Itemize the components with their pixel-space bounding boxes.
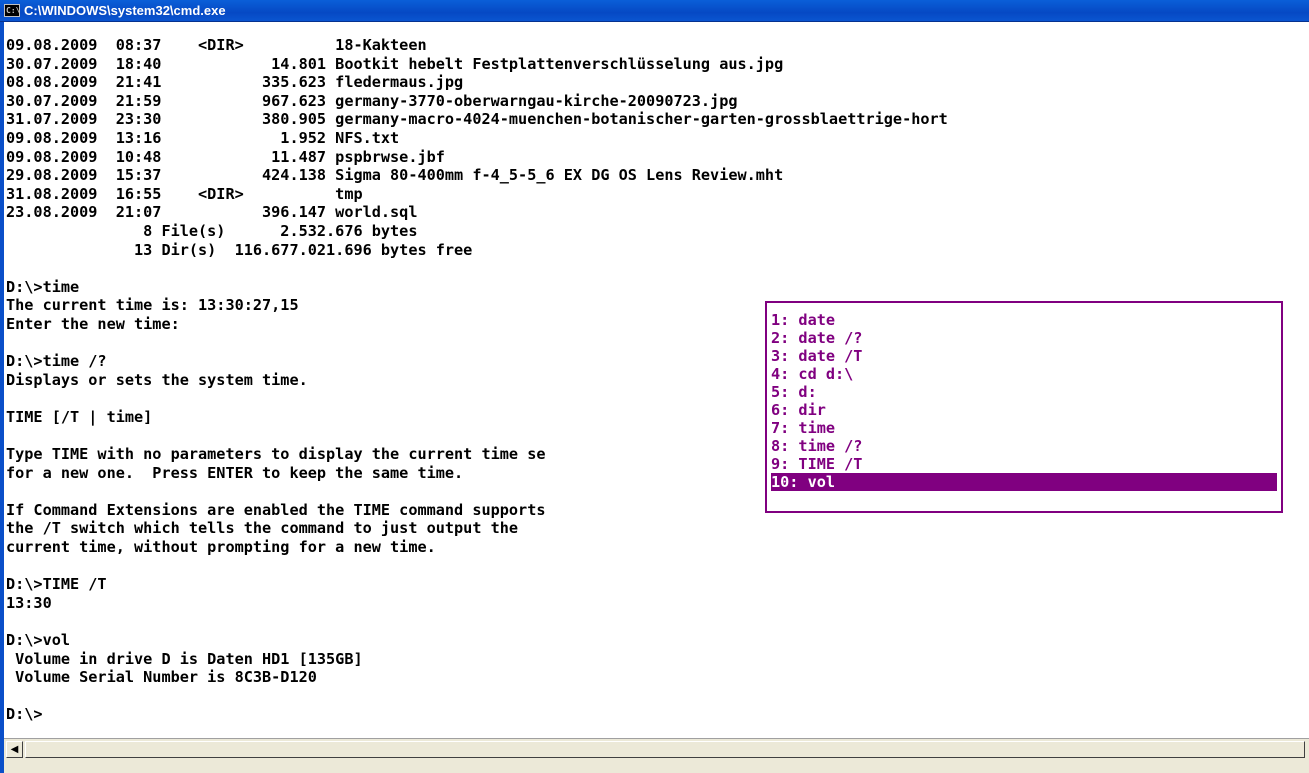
scroll-left-arrow-icon[interactable]: ◀ — [6, 741, 23, 758]
history-item-8[interactable]: 8: time /? — [771, 437, 1277, 455]
history-item-1[interactable]: 1: date — [771, 311, 1277, 329]
history-item-4[interactable]: 4: cd d:\ — [771, 365, 1277, 383]
cmd-icon: C:\ — [4, 4, 21, 17]
history-item-2[interactable]: 2: date /? — [771, 329, 1277, 347]
history-item-5[interactable]: 5: d: — [771, 383, 1277, 401]
history-item-9[interactable]: 9: TIME /T — [771, 455, 1277, 473]
scrollbar-thumb[interactable] — [25, 741, 1305, 758]
window-title: C:\WINDOWS\system32\cmd.exe — [24, 3, 226, 18]
window-frame-bottom — [4, 760, 1309, 773]
horizontal-scrollbar[interactable]: ◀ — [4, 738, 1309, 760]
history-item-6[interactable]: 6: dir — [771, 401, 1277, 419]
history-item-7[interactable]: 7: time — [771, 419, 1277, 437]
title-bar[interactable]: C:\ C:\WINDOWS\system32\cmd.exe — [0, 0, 1309, 22]
history-item-3[interactable]: 3: date /T — [771, 347, 1277, 365]
command-history-popup[interactable]: 1: date 2: date /? 3: date /T 4: cd d:\ … — [765, 301, 1283, 513]
history-item-10-selected[interactable]: 10: vol — [771, 473, 1277, 491]
console-output-area[interactable]: 09.08.2009 08:37 <DIR> 18-Kakteen 30.07.… — [4, 22, 1309, 738]
